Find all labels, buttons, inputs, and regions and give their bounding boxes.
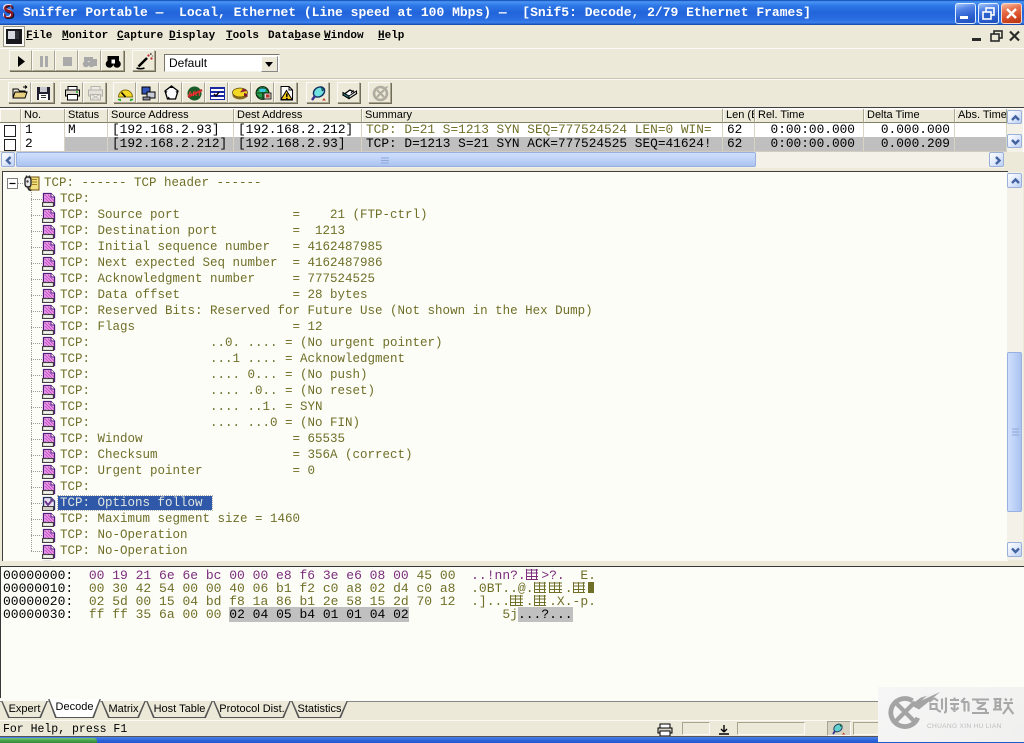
svg-text:ART: ART — [188, 91, 201, 98]
svg-text:CHUANG XIN HU LIAN: CHUANG XIN HU LIAN — [927, 723, 1002, 730]
